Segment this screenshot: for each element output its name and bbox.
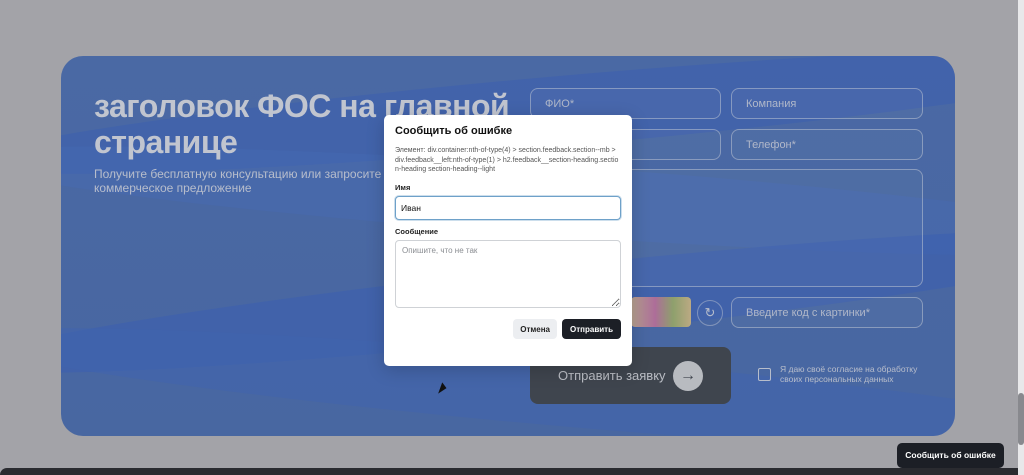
dialog-title: Сообщить об ошибке: [395, 125, 513, 137]
element-path: Элемент: div.container:nth-of-type(4) > …: [395, 147, 619, 173]
name-label: Имя: [395, 182, 411, 192]
scrollbar-track[interactable]: [1018, 0, 1024, 475]
footer-edge: [0, 468, 1024, 475]
report-error-button[interactable]: Сообщить об ошибке: [897, 443, 1004, 468]
message-label: Сообщение: [395, 226, 439, 236]
name-input[interactable]: [395, 195, 621, 220]
dialog-actions: Отмена Отправить: [513, 319, 621, 339]
message-input[interactable]: [395, 239, 621, 308]
report-error-dialog: Сообщить об ошибке Элемент: div.containe…: [384, 115, 632, 366]
cancel-button[interactable]: Отмена: [513, 319, 558, 339]
scrollbar-thumb[interactable]: [1018, 393, 1024, 445]
send-button[interactable]: Отправить: [562, 319, 621, 339]
